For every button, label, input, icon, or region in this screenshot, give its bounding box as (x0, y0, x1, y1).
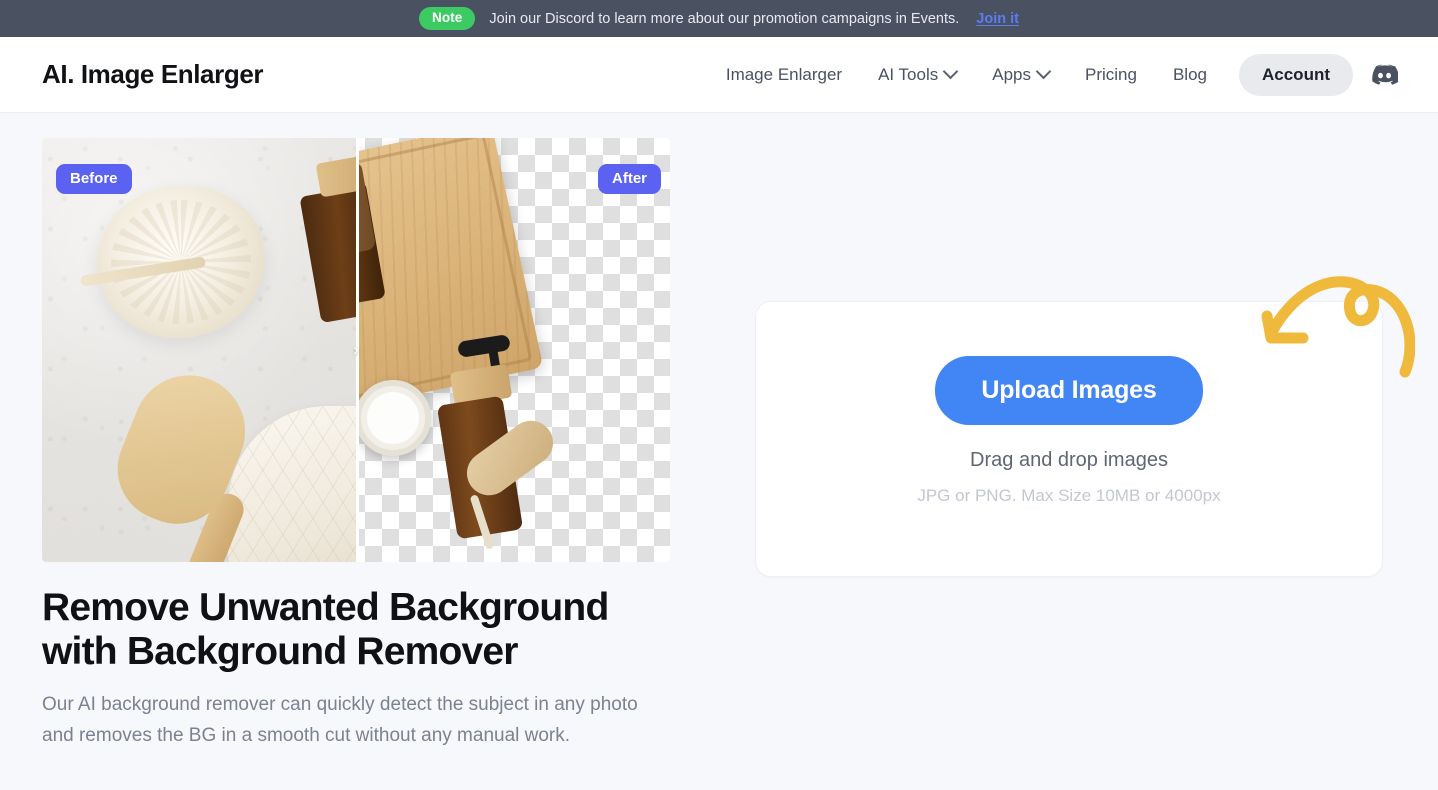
showcase-column: › Before After Remove Unwanted Backgroun… (0, 113, 700, 790)
chevron-down-icon (942, 63, 959, 80)
site-header: AI. Image Enlarger Image Enlarger AI Too… (0, 37, 1438, 113)
nav-item-pricing[interactable]: Pricing (1067, 65, 1155, 85)
chevron-down-icon (1035, 63, 1052, 80)
before-after-comparison[interactable]: › Before After (42, 138, 670, 562)
before-badge: Before (56, 164, 132, 194)
page-body: › Before After Remove Unwanted Backgroun… (0, 113, 1438, 790)
cream-jar-object (355, 380, 431, 456)
promo-banner: Note Join our Discord to learn more abou… (0, 0, 1438, 37)
main-navigation: Image Enlarger AI Tools Apps Pricing Blo… (708, 53, 1398, 96)
nav-label: AI Tools (878, 64, 939, 84)
join-discord-link[interactable]: Join it (976, 11, 1019, 27)
promo-banner-text: Join our Discord to learn more about our… (489, 10, 960, 27)
discord-icon[interactable] (1371, 64, 1398, 85)
before-image-photo (42, 138, 356, 562)
comparison-slider-handle[interactable]: › (343, 337, 369, 363)
site-logo[interactable]: AI. Image Enlarger (42, 59, 264, 90)
upload-column: Upload Images Drag and drop images JPG o… (700, 113, 1438, 790)
file-restrictions-label: JPG or PNG. Max Size 10MB or 4000px (917, 486, 1221, 505)
drag-drop-label: Drag and drop images (970, 449, 1168, 471)
nav-item-image-enlarger[interactable]: Image Enlarger (708, 65, 860, 85)
nav-label: Blog (1172, 64, 1207, 84)
upload-dropzone[interactable]: Upload Images Drag and drop images JPG o… (755, 301, 1383, 577)
nav-label: Apps (992, 64, 1031, 84)
nav-item-ai-tools[interactable]: AI Tools (860, 63, 974, 85)
page-title: Remove Unwanted Background with Backgrou… (42, 586, 609, 674)
nav-label: Pricing (1085, 64, 1137, 84)
nav-item-apps[interactable]: Apps (974, 63, 1067, 85)
page-description: Our AI background remover can quickly de… (42, 694, 638, 746)
note-badge: Note (419, 7, 476, 30)
upload-images-button[interactable]: Upload Images (935, 356, 1203, 425)
after-badge: After (598, 164, 662, 194)
account-button[interactable]: Account (1239, 53, 1353, 96)
nav-item-blog[interactable]: Blog (1155, 65, 1225, 85)
nav-label: Image Enlarger (725, 64, 843, 84)
